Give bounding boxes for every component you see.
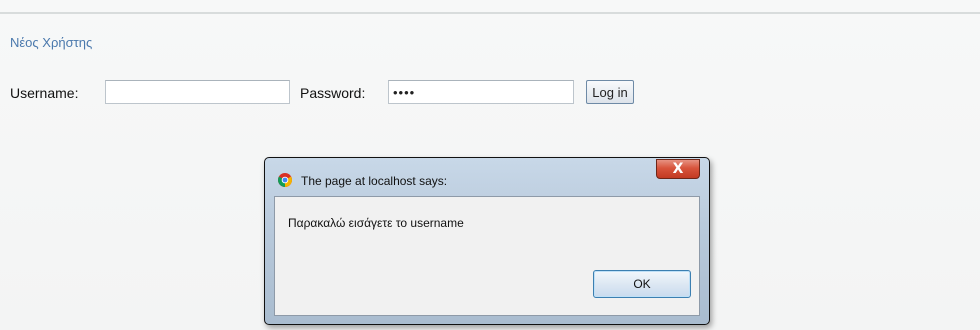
dialog-titlebar[interactable]: The page at localhost says: X [265, 158, 709, 196]
login-button[interactable]: Log in [586, 80, 634, 104]
chrome-icon [278, 173, 292, 187]
password-input[interactable] [388, 80, 574, 104]
username-input[interactable] [105, 80, 290, 104]
alert-dialog: The page at localhost says: X Παρακαλώ ε… [264, 157, 710, 325]
browser-page: Νέος Χρήστης Username: Password: Log in … [0, 0, 980, 330]
dialog-close-button[interactable]: X [656, 159, 700, 179]
top-divider [0, 12, 980, 14]
close-icon: X [672, 161, 684, 177]
dialog-body: Παρακαλώ εισάγετε το username OK [274, 196, 700, 316]
dialog-title: The page at localhost says: [301, 174, 448, 188]
dialog-message: Παρακαλώ εισάγετε το username [288, 216, 464, 230]
ok-button[interactable]: OK [593, 270, 691, 298]
password-label: Password: [300, 85, 366, 101]
new-user-link[interactable]: Νέος Χρήστης [10, 35, 92, 50]
username-label: Username: [10, 85, 79, 101]
